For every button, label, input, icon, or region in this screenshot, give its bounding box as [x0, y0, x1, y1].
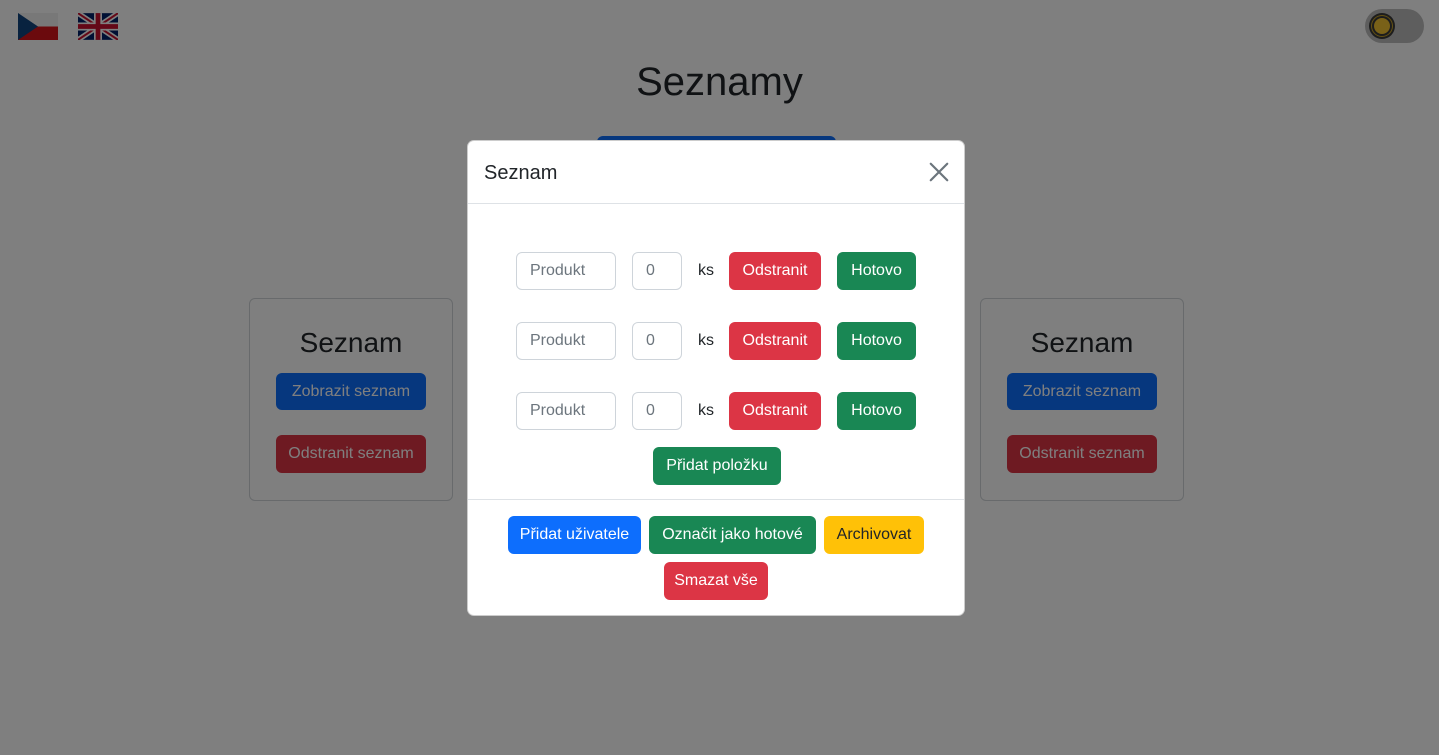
quantity-input[interactable] — [632, 392, 682, 430]
modal-footer: Přidat uživatele Označit jako hotové Arc… — [468, 500, 964, 615]
unit-label: ks — [698, 262, 714, 279]
add-item-button[interactable]: Přidat položku — [653, 447, 781, 485]
list-modal: Seznam ks Odstranit Hotovo ks Odstranit … — [467, 140, 965, 616]
mark-done-button[interactable]: Označit jako hotové — [649, 516, 816, 554]
product-input[interactable] — [516, 392, 616, 430]
remove-item-button[interactable]: Odstranit — [729, 392, 821, 430]
remove-item-button[interactable]: Odstranit — [729, 322, 821, 360]
quantity-input[interactable] — [632, 322, 682, 360]
unit-label: ks — [698, 332, 714, 349]
archive-button[interactable]: Archivovat — [824, 516, 924, 554]
delete-all-button[interactable]: Smazat vše — [664, 562, 768, 600]
list-item: ks Odstranit Hotovo — [516, 392, 926, 430]
done-item-button[interactable]: Hotovo — [837, 392, 916, 430]
modal-body: ks Odstranit Hotovo ks Odstranit Hotovo … — [468, 204, 964, 500]
done-item-button[interactable]: Hotovo — [837, 252, 916, 290]
product-input[interactable] — [516, 252, 616, 290]
close-icon[interactable] — [928, 161, 950, 183]
unit-label: ks — [698, 402, 714, 419]
list-item: ks Odstranit Hotovo — [516, 252, 926, 290]
product-input[interactable] — [516, 322, 616, 360]
add-user-button[interactable]: Přidat uživatele — [508, 516, 641, 554]
close-icon-graphic — [929, 162, 949, 182]
done-item-button[interactable]: Hotovo — [837, 322, 916, 360]
list-item: ks Odstranit Hotovo — [516, 322, 926, 360]
quantity-input[interactable] — [632, 252, 682, 290]
remove-item-button[interactable]: Odstranit — [729, 252, 821, 290]
modal-title: Seznam — [484, 162, 558, 184]
modal-header: Seznam — [468, 141, 964, 204]
